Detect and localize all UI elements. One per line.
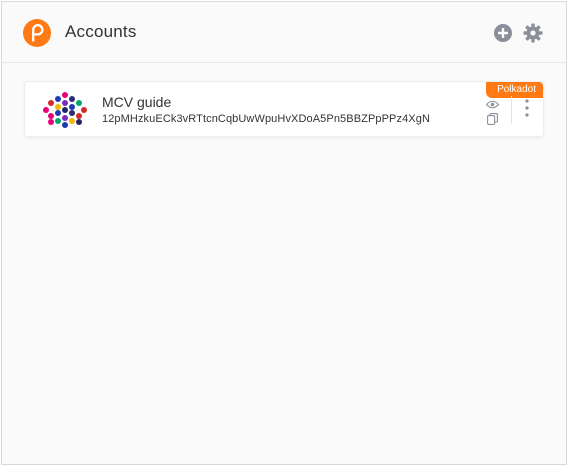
identicon-dot (62, 122, 68, 128)
identicon-dot (55, 118, 61, 124)
account-identicon (43, 92, 87, 128)
identicon-dot (62, 92, 68, 98)
identicon-dot (62, 107, 68, 113)
identicon-dot (55, 104, 61, 110)
identicon-dot (69, 110, 75, 116)
identicon-dot (69, 118, 75, 124)
account-address: 12pMHzkuECk3vRTtcnCqbUwWpuHvXDoA5Pn5BBZP… (102, 113, 431, 125)
identicon-dot (69, 96, 75, 102)
identicon-dot (55, 110, 61, 116)
extension-popup: Accounts MCV guide 12pMHzkuECk3vRTtcnCqb… (1, 1, 567, 465)
identicon-dot (76, 100, 82, 106)
network-badge: Polkadot (486, 82, 543, 98)
settings-gear-icon[interactable] (523, 23, 543, 43)
identicon-dot (55, 96, 61, 102)
identicon-dot (48, 113, 54, 119)
card-divider (511, 96, 512, 124)
copy-icon[interactable] (487, 113, 498, 125)
identicon-dot (48, 100, 54, 106)
identicon-dot (76, 113, 82, 119)
account-card[interactable]: MCV guide 12pMHzkuECk3vRTtcnCqbUwWpuHvXD… (24, 81, 544, 137)
account-name: MCV guide (102, 94, 172, 110)
identicon-dot (62, 115, 68, 121)
add-account-icon[interactable] (493, 23, 513, 43)
page-title: Accounts (65, 22, 137, 41)
vertical-dots-menu-icon[interactable] (521, 97, 533, 119)
identicon-dot (81, 107, 87, 113)
identicon-dot (43, 107, 49, 113)
identicon-dot (76, 119, 82, 125)
polkadot-logo-icon (23, 19, 51, 47)
header: Accounts (2, 2, 566, 63)
identicon-dot (48, 119, 54, 125)
identicon-dot (69, 104, 75, 110)
eye-icon[interactable] (486, 100, 499, 109)
identicon-dot (62, 100, 68, 106)
